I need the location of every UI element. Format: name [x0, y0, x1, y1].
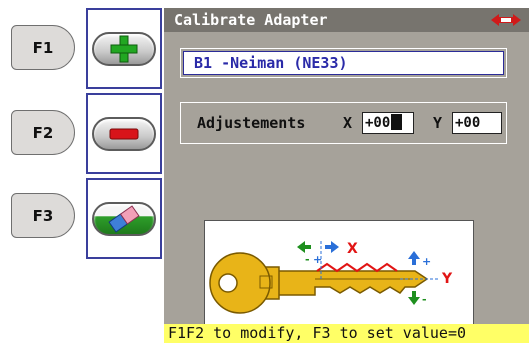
svg-text:-: -: [305, 253, 310, 266]
svg-text:-: -: [422, 293, 427, 306]
adapter-name-frame: B1 -Neiman (NE33): [180, 48, 507, 78]
increment-button[interactable]: [86, 8, 162, 89]
eraser-icon: [108, 204, 140, 233]
svg-text:+: +: [422, 255, 431, 268]
decrement-button[interactable]: [86, 93, 162, 174]
adjustments-label: Adjustements: [197, 114, 306, 132]
hint-bar: F1F2 to modify, F3 to set value=0: [164, 324, 529, 343]
plus-icon: [110, 35, 138, 62]
f2-label: F2: [32, 123, 54, 142]
reset-button[interactable]: [86, 178, 162, 259]
x-label: X: [343, 114, 353, 132]
f1-key[interactable]: F1: [11, 25, 75, 70]
x-axis-label: X: [347, 241, 358, 257]
y-value: +00: [455, 115, 481, 131]
adapter-name-field: B1 -Neiman (NE33): [183, 51, 504, 75]
page-title: Calibrate Adapter: [174, 11, 328, 29]
increment-pill: [92, 31, 156, 66]
y-axis-label: Y: [441, 271, 453, 287]
f2-key[interactable]: F2: [11, 110, 75, 155]
title-bar: Calibrate Adapter: [164, 8, 529, 32]
minus-icon: [109, 128, 139, 139]
f3-label: F3: [32, 206, 54, 225]
x-value: +00: [365, 115, 391, 131]
y-value-field[interactable]: +00: [452, 112, 502, 134]
text-cursor: [391, 114, 403, 130]
brand-logo-icon: [491, 14, 521, 26]
key-illustration: + - X + - Y: [209, 241, 453, 314]
y-label: Y: [433, 114, 443, 132]
adjustments-panel: Adjustements X +00 Y +00: [180, 102, 507, 144]
svg-text:+: +: [313, 253, 322, 266]
key-diagram: + - X + - Y: [204, 220, 474, 330]
x-value-field[interactable]: +00: [362, 112, 414, 134]
calibration-screen: Calibrate Adapter B1 -Neiman (NE33) Adju…: [164, 8, 529, 343]
f3-key[interactable]: F3: [11, 193, 75, 238]
reset-pill: [92, 201, 156, 236]
f1-label: F1: [32, 38, 54, 57]
decrement-pill: [92, 116, 156, 151]
